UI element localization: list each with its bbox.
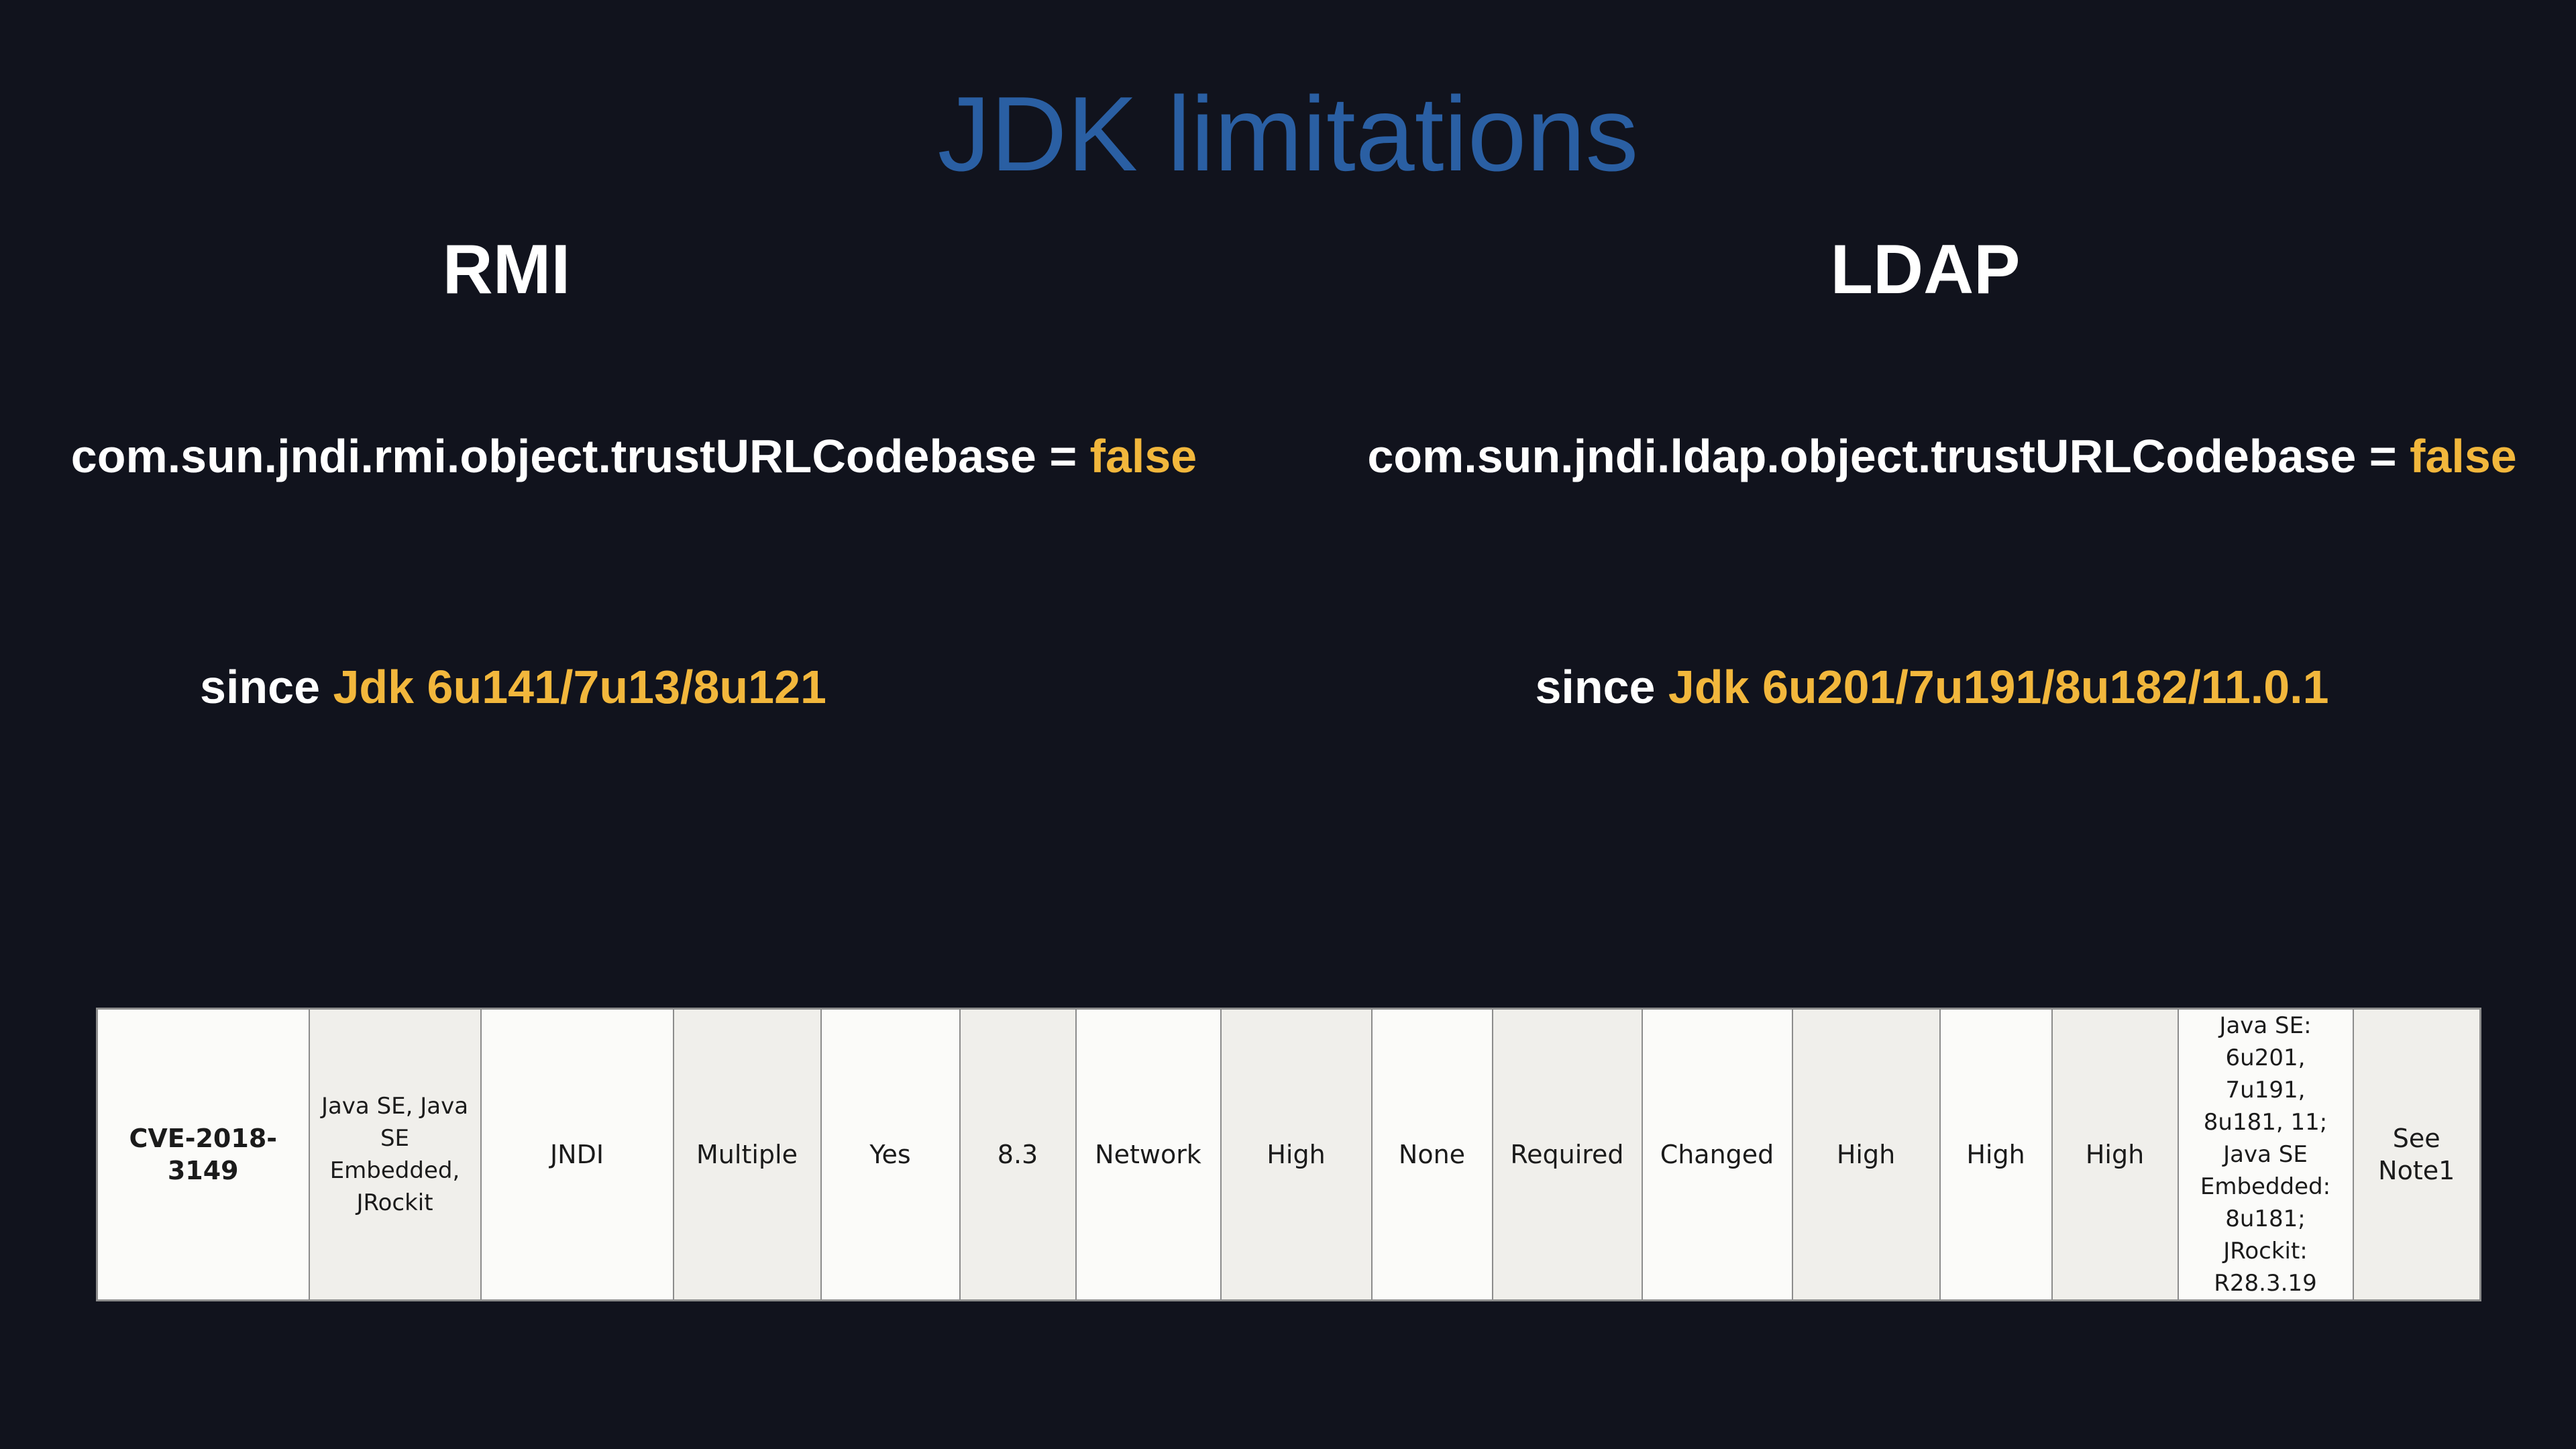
- products-line: SE: [380, 1125, 410, 1152]
- ldap-heading: LDAP: [1830, 231, 2021, 309]
- affected-versions-line: 8u181;: [2225, 1205, 2306, 1232]
- slide: JDK limitations RMI LDAP com.sun.jndi.rm…: [0, 0, 2576, 1449]
- scope-cell: Changed: [1641, 1008, 1793, 1301]
- rmi-since-line: since Jdk 6u141/7u13/8u121: [0, 653, 1026, 720]
- notes-cell: See Note1: [2352, 1008, 2481, 1301]
- affected-versions-line: 8u181, 11;: [2203, 1109, 2328, 1136]
- rmi-property-line: com.sun.jndi.rmi.object.trustURLCodebase…: [20, 423, 1248, 490]
- affected-versions-line: 6u201, 7u191,: [2225, 1044, 2306, 1104]
- ldap-property-line: com.sun.jndi.ldap.object.trustURLCodebas…: [1335, 423, 2549, 490]
- cve-id-cell: CVE-2018-3149: [96, 1008, 310, 1301]
- rmi-property-name: com.sun.jndi.rmi.object.trustURLCodebase…: [70, 430, 1090, 482]
- products-line: JRockit: [356, 1189, 433, 1216]
- table-row: CVE-2018-3149 Java SE, Java SE Embedded,…: [96, 1008, 2481, 1301]
- ldap-since-label: since: [1535, 661, 1668, 713]
- affected-versions-line: R28.3.19: [2214, 1270, 2317, 1297]
- ldap-property-value: false: [2410, 430, 2517, 482]
- component-cell: JNDI: [480, 1008, 674, 1301]
- affected-versions-line: Java SE:: [2219, 1012, 2312, 1039]
- notes-line: Note1: [2378, 1156, 2455, 1185]
- attack-complexity-cell: High: [1220, 1008, 1373, 1301]
- affected-versions-line: Embedded:: [2200, 1173, 2331, 1200]
- base-score-cell: 8.3: [959, 1008, 1077, 1301]
- notes-line: See: [2392, 1124, 2440, 1153]
- availability-cell: High: [2051, 1008, 2179, 1301]
- rmi-since-versions: Jdk 6u141/7u13/8u121: [333, 661, 826, 713]
- affected-versions-line: Java SE: [2223, 1141, 2308, 1168]
- user-interaction-cell: Required: [1491, 1008, 1643, 1301]
- products-line: Embedded,: [329, 1157, 460, 1184]
- rmi-property-value: false: [1089, 430, 1197, 482]
- confidentiality-cell: High: [1791, 1008, 1941, 1301]
- remote-exploit-cell: Yes: [820, 1008, 961, 1301]
- rmi-since-label: since: [200, 661, 333, 713]
- affected-versions-line: JRockit:: [2223, 1238, 2308, 1265]
- rmi-heading: RMI: [442, 231, 571, 309]
- privileges-required-cell: None: [1371, 1008, 1493, 1301]
- slide-title: JDK limitations: [937, 75, 1639, 193]
- protocol-cell: Multiple: [672, 1008, 822, 1301]
- ldap-since-line: since Jdk 6u201/7u191/8u182/11.0.1: [1362, 653, 2502, 720]
- attack-vector-cell: Network: [1075, 1008, 1222, 1301]
- ldap-property-name: com.sun.jndi.ldap.object.trustURLCodebas…: [1367, 430, 2410, 482]
- integrity-cell: High: [1939, 1008, 2053, 1301]
- products-cell: Java SE, Java SE Embedded, JRockit: [308, 1008, 482, 1301]
- affected-versions-cell: Java SE: 6u201, 7u191, 8u181, 11; Java S…: [2177, 1008, 2354, 1301]
- products-line: Java SE, Java: [321, 1093, 469, 1120]
- ldap-since-versions: Jdk 6u201/7u191/8u182/11.0.1: [1668, 661, 2329, 713]
- cve-table: CVE-2018-3149 Java SE, Java SE Embedded,…: [96, 1008, 2481, 1301]
